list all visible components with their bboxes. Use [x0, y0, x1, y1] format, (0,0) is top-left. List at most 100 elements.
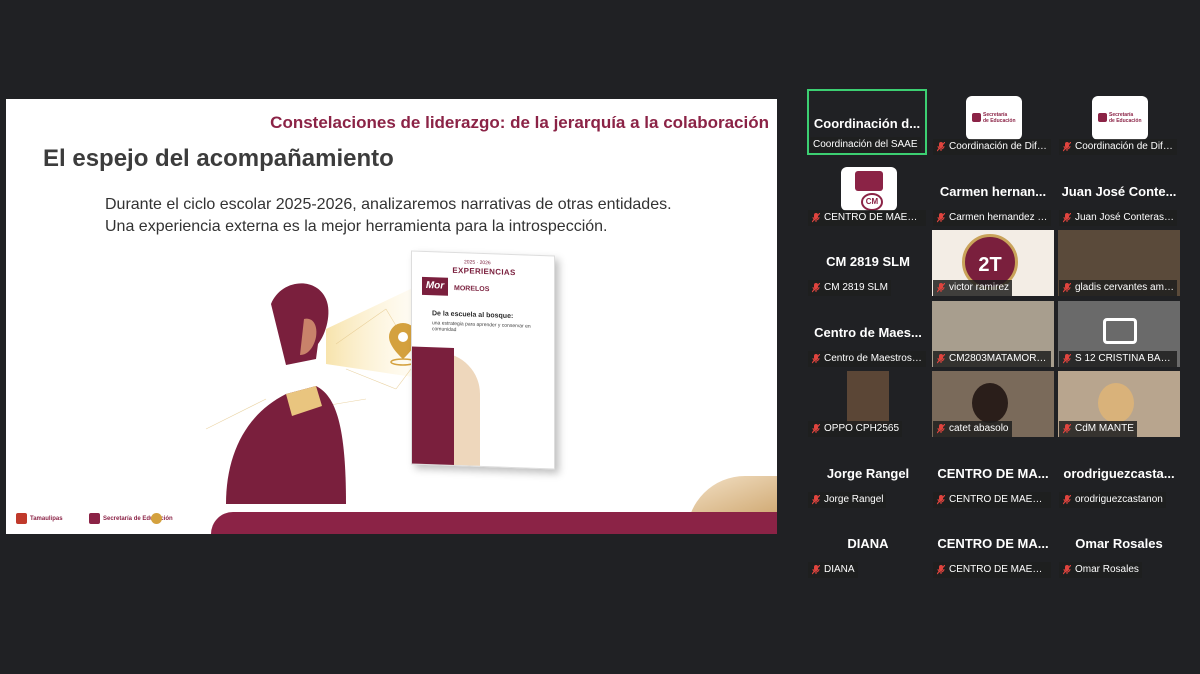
- logo-text: Tamaulipas: [30, 515, 63, 522]
- participant-name: Jorge Rangel: [826, 466, 910, 481]
- camera-off-icon: [1103, 318, 1137, 344]
- logo-icon: [151, 513, 162, 524]
- participant-tile[interactable]: 2T victor ramirez: [932, 230, 1054, 296]
- participant-label: Omar Rosales: [1059, 562, 1142, 578]
- secretaria-logo-icon: [1098, 113, 1107, 122]
- participant-label: Jorge Rangel: [808, 492, 887, 508]
- book-title: EXPERIENCIAS: [452, 265, 516, 278]
- participant-avatar: Secretaría de Educación: [1092, 96, 1148, 140]
- participant-tile[interactable]: S 12 CRISTINA BALDE...: [1058, 301, 1180, 367]
- participant-label: CdM MANTE: [1059, 421, 1137, 437]
- participant-label: OPPO CPH2565: [808, 421, 903, 437]
- slide-body: Durante el ciclo escolar 2025-2026, anal…: [105, 194, 705, 238]
- footer-decoration: [211, 512, 777, 534]
- participant-tile[interactable]: CdM MANTE: [1058, 371, 1180, 437]
- mic-muted-icon: [936, 141, 946, 152]
- participant-label: Carmen hernandez ca...: [933, 210, 1051, 226]
- mic-muted-icon: [811, 564, 821, 575]
- participant-label: CENTRO DE MAESTRO...: [933, 562, 1051, 578]
- participant-tile[interactable]: Jorge Rangel Jorge Rangel: [807, 442, 929, 508]
- participant-tile[interactable]: DIANA DIANA: [807, 512, 929, 578]
- slide-body-line: Durante el ciclo escolar 2025-2026, anal…: [105, 196, 672, 213]
- logo-icon: [89, 513, 100, 524]
- slide-title: El espejo del acompañamiento: [43, 145, 394, 172]
- participant-label: CM 2819 SLM: [808, 280, 891, 296]
- participant-tile[interactable]: Secretaría de Educación Coordinación de Di…: [1058, 89, 1180, 155]
- participant-label: Coordinación de Difusi...: [933, 139, 1051, 155]
- participant-avatar: CM: [841, 167, 897, 211]
- participant-video: [972, 383, 1008, 423]
- participant-tile[interactable]: Centro de Maes... Centro de Maestros 28..…: [807, 301, 929, 367]
- participant-tile[interactable]: OPPO CPH2565: [807, 371, 929, 437]
- participant-label: Coordinación de Difusi...: [1059, 139, 1177, 155]
- participant-tile[interactable]: CM 2819 SLM CM 2819 SLM: [807, 230, 929, 296]
- participant-tile[interactable]: gladis cervantes amad...: [1058, 230, 1180, 296]
- participant-tile[interactable]: catet abasolo: [932, 371, 1054, 437]
- participant-tile[interactable]: CENTRO DE MA... CENTRO DE MAESTRO...: [932, 512, 1054, 578]
- participant-label: Juan José Conteras Ne...: [1059, 210, 1177, 226]
- participant-name: Juan José Conte...: [1061, 184, 1177, 199]
- slide-header: Constelaciones de liderazgo: de la jerar…: [270, 113, 769, 132]
- mic-muted-icon: [936, 282, 946, 293]
- mic-muted-icon: [936, 212, 946, 223]
- mic-muted-icon: [811, 282, 821, 293]
- book-logo: Mor: [422, 276, 448, 296]
- participant-label: CENTRO DE MAESTRO...: [808, 210, 926, 226]
- participant-avatar: Secretaría de Educación: [966, 96, 1022, 140]
- slide-footer: Tamaulipas Secretaría de Educación: [6, 476, 777, 534]
- mic-muted-icon: [1062, 353, 1072, 364]
- participant-name: Carmen hernan...: [939, 184, 1047, 199]
- participant-name: CM 2819 SLM: [826, 254, 910, 269]
- mic-muted-icon: [1062, 494, 1072, 505]
- book-description: una estrategia para aprender y conservar…: [432, 320, 531, 334]
- avatar-text: Secretaría de Educación: [1109, 112, 1142, 124]
- participant-tile[interactable]: CENTRO DE MA... CENTRO DE MAESTRO...: [932, 442, 1054, 508]
- participant-tile[interactable]: orodriguezcasta... orodriguezcastanon: [1058, 442, 1180, 508]
- mic-muted-icon: [1062, 212, 1072, 223]
- event-logo: [151, 513, 162, 524]
- mic-muted-icon: [1062, 564, 1072, 575]
- participant-tile[interactable]: Juan José Conte... Juan José Conteras Ne.…: [1058, 160, 1180, 226]
- mic-muted-icon: [811, 423, 821, 434]
- participant-label: gladis cervantes amad...: [1059, 280, 1177, 296]
- mic-muted-icon: [1062, 423, 1072, 434]
- participant-label: CM2803MATAMOROS: [933, 351, 1051, 367]
- mic-muted-icon: [811, 494, 821, 505]
- book-decoration: [412, 346, 454, 468]
- book-state: MORELOS: [454, 284, 490, 294]
- participant-name: CENTRO DE MA...: [937, 536, 1049, 551]
- participant-label: orodriguezcastanon: [1059, 492, 1166, 508]
- participant-tile[interactable]: Coordinación d... Coordinación del SAAE: [807, 89, 927, 155]
- tamaulipas-logo: Tamaulipas: [16, 513, 63, 524]
- participant-tile[interactable]: Secretaría de Educación Coordinación de Di…: [932, 89, 1054, 155]
- participant-name: orodriguezcasta...: [1063, 466, 1175, 481]
- cm-logo-icon: [855, 171, 883, 191]
- slide-body-line: Una experiencia externa es la mejor herr…: [105, 218, 608, 235]
- participant-label: CENTRO DE MAESTRO...: [933, 492, 1051, 508]
- participant-name: Coordinación d...: [813, 116, 921, 131]
- participant-label: victor ramirez: [933, 280, 1013, 296]
- participant-name: CENTRO DE MA...: [937, 466, 1049, 481]
- participant-tile[interactable]: CM2803MATAMOROS: [932, 301, 1054, 367]
- participant-tile[interactable]: CMCENTRO DE MAESTRO...: [807, 160, 929, 226]
- secretaria-logo-icon: [972, 113, 981, 122]
- participant-name: DIANA: [847, 536, 889, 551]
- participant-tile[interactable]: Carmen hernan... Carmen hernandez ca...: [932, 160, 1054, 226]
- participant-tile[interactable]: Omar Rosales Omar Rosales: [1058, 512, 1180, 578]
- mic-muted-icon: [936, 494, 946, 505]
- participant-label: catet abasolo: [933, 421, 1012, 437]
- mic-muted-icon: [936, 423, 946, 434]
- participant-label: DIANA: [808, 562, 858, 578]
- logo-icon: [16, 513, 27, 524]
- mic-muted-icon: [936, 353, 946, 364]
- mic-muted-icon: [811, 212, 821, 223]
- participant-name: Omar Rosales: [1075, 536, 1163, 551]
- participant-video: [1098, 383, 1134, 423]
- participant-video: [847, 371, 889, 425]
- person-illustration: [205, 283, 427, 504]
- mic-muted-icon: [811, 353, 821, 364]
- mic-muted-icon: [1062, 282, 1072, 293]
- participant-name: Centro de Maes...: [814, 325, 922, 340]
- shared-screen: Constelaciones de liderazgo: de la jerar…: [6, 99, 777, 534]
- participant-label: Coordinación del SAAE: [810, 137, 921, 153]
